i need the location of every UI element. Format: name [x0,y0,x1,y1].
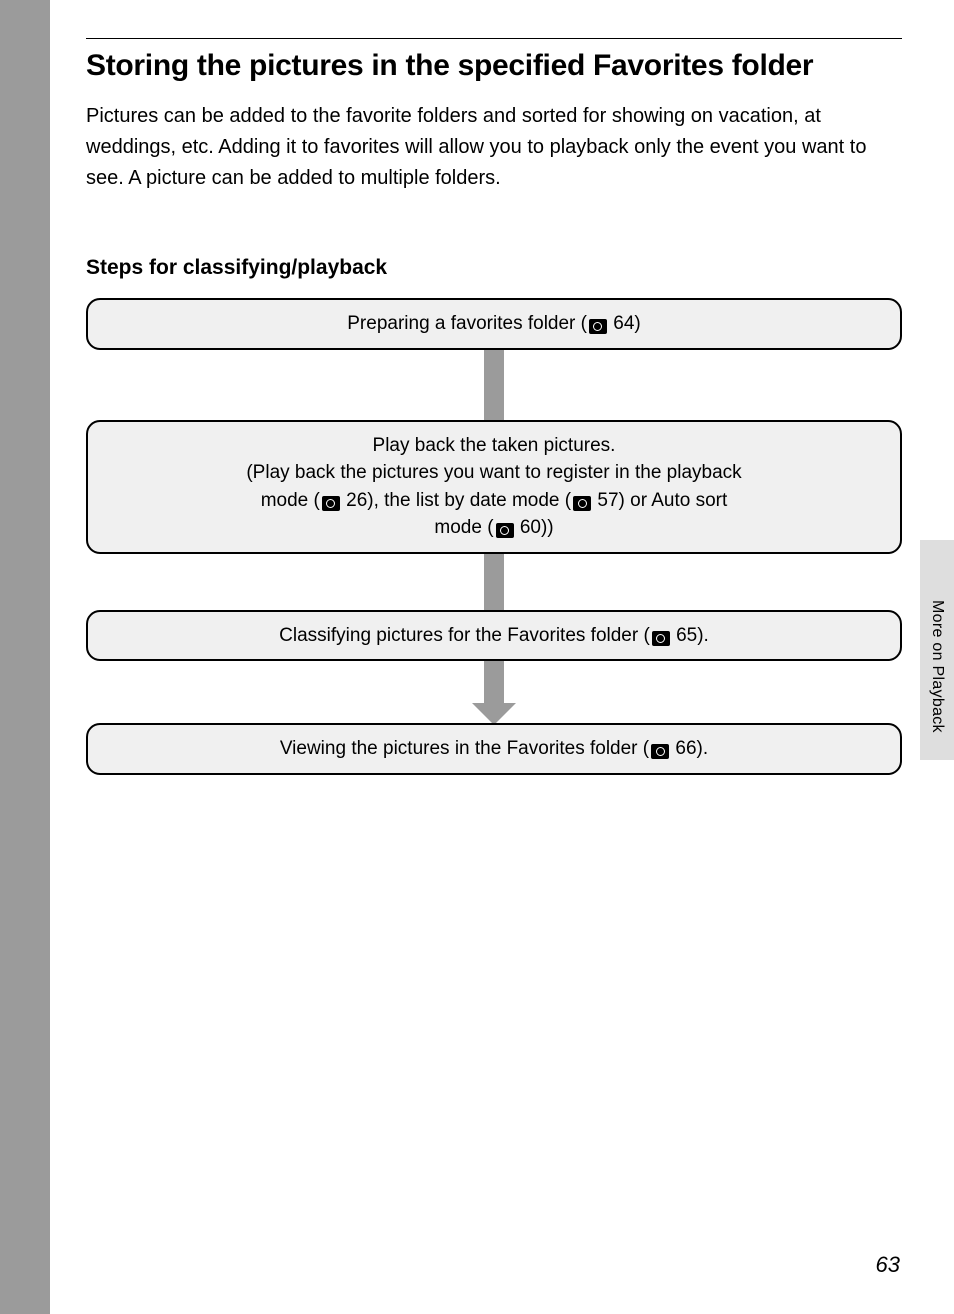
step-text: Classifying pictures for the Favorites f… [279,625,650,646]
page-title: Storing the pictures in the specified Fa… [86,49,902,83]
step-line: mode ( 60)) [106,514,882,542]
flow-step-3: Classifying pictures for the Favorites f… [86,610,902,662]
flow-step-1: Preparing a favorites folder ( 64) [86,298,902,350]
step-text-post: ) [634,313,640,334]
t: ) or Auto sort [619,490,728,511]
t: )) [541,517,554,538]
camera-icon [651,744,669,759]
camera-icon [652,631,670,646]
flow-arrow [86,661,902,703]
page-ref: 57 [597,490,618,511]
manual-page: More on Playback Storing the pictures in… [50,0,954,1314]
flow-arrow [86,554,902,610]
arrowhead-icon [472,703,516,725]
section-side-label: More on Playback [928,600,946,733]
t: mode ( [261,490,320,511]
page-content: Storing the pictures in the specified Fa… [50,0,954,775]
camera-icon [589,319,607,334]
step-text-post: ). [697,625,709,646]
step-text: Viewing the pictures in the Favorites fo… [280,738,649,759]
page-number: 63 [876,1252,900,1278]
page-ref: 26 [346,490,367,511]
step-line: mode ( 26), the list by date mode ( 57) … [106,487,882,515]
flow-step-2: Play back the taken pictures. (Play back… [86,420,902,554]
camera-icon [322,496,340,511]
page-ref: 66 [675,738,696,759]
flowchart: Preparing a favorites folder ( 64) Play … [86,298,902,775]
steps-heading: Steps for classifying/playback [86,256,902,280]
step-line: Play back the taken pictures. [106,432,882,460]
flow-arrow [86,350,902,420]
step-text-post: ). [697,738,709,759]
title-rule [86,38,902,39]
flow-step-4: Viewing the pictures in the Favorites fo… [86,723,902,775]
intro-paragraph: Pictures can be added to the favorite fo… [86,101,902,194]
camera-icon [496,523,514,538]
page-ref: 60 [520,517,541,538]
step-line: (Play back the pictures you want to regi… [106,459,882,487]
t: ), the list by date mode ( [367,490,571,511]
t: mode ( [434,517,493,538]
camera-icon [573,496,591,511]
page-ref: 65 [676,625,697,646]
step-text: Preparing a favorites folder ( [347,313,587,334]
page-ref: 64 [613,313,634,334]
